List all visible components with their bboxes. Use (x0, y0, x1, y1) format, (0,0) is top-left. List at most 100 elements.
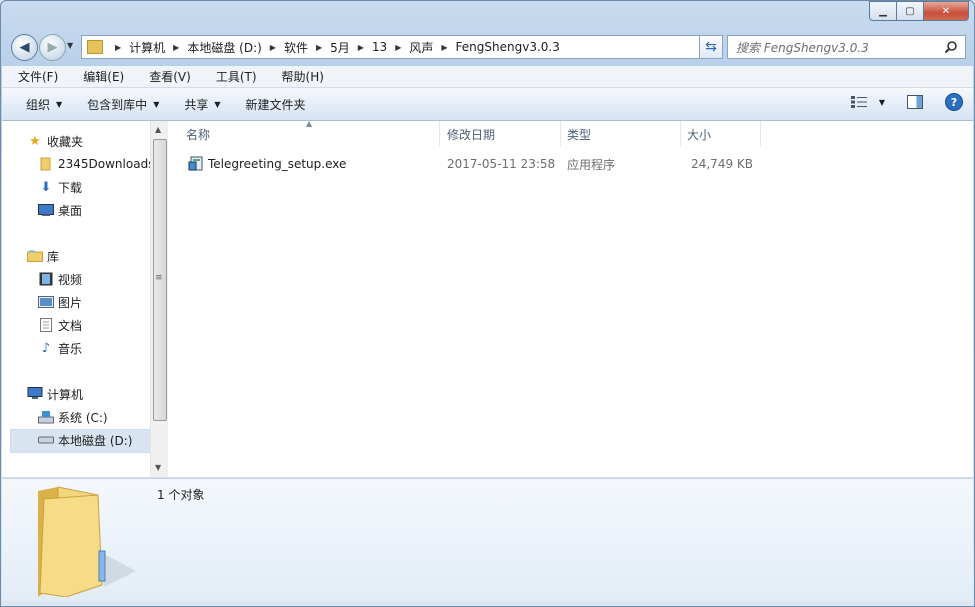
breadcrumb-item[interactable]: 13 (372, 40, 387, 54)
change-view-button[interactable]: ▼ (850, 96, 885, 108)
sidebar-item-pictures[interactable]: 图片 (38, 292, 82, 312)
sidebar-item-2345downloads[interactable]: 2345Downloads (38, 154, 150, 174)
breadcrumb-item[interactable]: 计算机 (129, 39, 165, 56)
chevron-right-icon[interactable]: ▶ (316, 43, 322, 52)
maximize-button[interactable]: ▢ (896, 1, 924, 21)
sidebar-favorites[interactable]: ★ 收藏夹 (27, 131, 83, 151)
breadcrumb-item[interactable]: FengShengv3.0.3 (456, 40, 560, 54)
star-icon: ★ (29, 133, 41, 149)
sidebar-item-label: 本地磁盘 (D:) (58, 433, 133, 448)
file-name: Telegreeting_setup.exe (208, 157, 347, 171)
sidebar-item-label: 系统 (C:) (58, 410, 108, 425)
breadcrumb-item[interactable]: 5月 (330, 39, 350, 56)
search-box[interactable]: 搜索 FengShengv3.0.3 (727, 35, 966, 59)
menu-help[interactable]: 帮助(H) (265, 68, 332, 85)
back-button[interactable]: ◀ (11, 34, 38, 61)
sidebar-item-videos[interactable]: 视频 (38, 269, 82, 289)
folder-icon (38, 486, 136, 597)
organize-button[interactable]: 组织 ▼ (2, 96, 72, 113)
scroll-down-icon[interactable]: ▼ (155, 463, 161, 472)
file-name-cell: Telegreeting_setup.exe (188, 154, 346, 174)
chevron-right-icon[interactable]: ▶ (270, 43, 276, 52)
sidebar-item-music[interactable]: ♪ 音乐 (38, 338, 82, 358)
sidebar-item-label: 下载 (58, 180, 83, 195)
scroll-up-icon[interactable]: ▲ (155, 125, 161, 134)
sidebar-item-downloads[interactable]: ⬇ 下载 (38, 177, 82, 197)
view-controls: ▼ ? (850, 93, 963, 111)
forward-arrow-icon: ▶ (47, 40, 58, 55)
column-header-modified[interactable]: 修改日期 (441, 121, 561, 147)
chevron-down-icon[interactable]: ▼ (879, 98, 885, 107)
sidebar-item-local-disk-d[interactable]: 本地磁盘 (D:) (38, 430, 132, 450)
command-bar: 组织 ▼ 包含到库中 ▼ 共享 ▼ 新建文件夹 ▼ ? (2, 88, 973, 121)
sidebar-section-label: 计算机 (47, 387, 84, 402)
breadcrumb: ▶ 计算机 ▶ 本地磁盘 (D:) ▶ 软件 ▶ 5月 ▶ 13 ▶ 风声 ▶ … (107, 39, 560, 56)
breadcrumb-item[interactable]: 风声 (409, 39, 433, 56)
search-icon[interactable] (943, 39, 959, 55)
back-arrow-icon: ◀ (19, 40, 30, 55)
column-label: 名称 (186, 127, 211, 142)
table-row[interactable]: Telegreeting_setup.exe 2017-05-11 23:58 … (168, 154, 768, 174)
help-icon[interactable]: ? (945, 93, 963, 111)
system-drive-icon (38, 409, 54, 425)
title-bar[interactable]: ▁ ▢ ✕ (1, 1, 974, 31)
preview-pane-icon[interactable] (907, 95, 923, 109)
breadcrumb-item[interactable]: 软件 (284, 39, 308, 56)
close-button[interactable]: ✕ (923, 1, 969, 21)
file-size: 24,749 KB (691, 157, 753, 171)
refresh-button[interactable]: ⇆ (699, 35, 723, 59)
recent-pages-dropdown-icon[interactable]: ▼ (67, 41, 73, 50)
include-in-library-button[interactable]: 包含到库中 ▼ (72, 96, 169, 113)
main-area: ★ 收藏夹 2345Downloads ⬇ 下载 桌面 库 视频 图片 文档 ♪… (2, 119, 973, 477)
details-pane: 1 个对象 (2, 478, 973, 601)
search-input[interactable]: 搜索 FengShengv3.0.3 (728, 39, 943, 56)
menu-view[interactable]: 查看(V) (132, 68, 199, 85)
sidebar-item-label: 桌面 (58, 203, 83, 218)
sidebar-item-system-c[interactable]: 系统 (C:) (38, 407, 108, 427)
column-header-type[interactable]: 类型 (561, 121, 681, 147)
menu-file[interactable]: 文件(F) (2, 68, 66, 85)
music-note-icon: ♪ (41, 340, 51, 356)
file-type: 应用程序 (567, 157, 616, 172)
new-folder-label: 新建文件夹 (245, 97, 306, 112)
chevron-right-icon[interactable]: ▶ (441, 43, 447, 52)
menu-edit[interactable]: 编辑(E) (66, 68, 132, 85)
include-in-library-label: 包含到库中 (87, 97, 148, 112)
scrollbar-grip-icon: ≡ (155, 273, 163, 283)
chevron-down-icon: ▼ (56, 99, 63, 109)
new-folder-button[interactable]: 新建文件夹 (231, 96, 316, 113)
address-bar[interactable]: ▶ 计算机 ▶ 本地磁盘 (D:) ▶ 软件 ▶ 5月 ▶ 13 ▶ 风声 ▶ … (81, 35, 720, 59)
item-count: 1 个对象 (157, 488, 205, 502)
sidebar-item-label: 视频 (58, 272, 83, 287)
column-header-size[interactable]: 大小 (681, 121, 761, 147)
share-label: 共享 (184, 97, 209, 112)
sidebar-computer[interactable]: 计算机 (27, 384, 83, 404)
document-icon (38, 317, 54, 333)
sidebar-libraries[interactable]: 库 (27, 246, 59, 266)
pictures-icon (38, 294, 54, 310)
chevron-right-icon[interactable]: ▶ (115, 43, 121, 52)
breadcrumb-item[interactable]: 本地磁盘 (D:) (187, 39, 261, 56)
navigation-scrollbar[interactable]: ▲ ≡ ▼ (150, 121, 168, 477)
column-header-name[interactable]: 名称 (168, 121, 440, 147)
navigation-pane: ★ 收藏夹 2345Downloads ⬇ 下载 桌面 库 视频 图片 文档 ♪… (10, 121, 150, 477)
column-label: 修改日期 (447, 127, 496, 142)
chevron-right-icon[interactable]: ▶ (395, 43, 401, 52)
column-label: 类型 (567, 127, 592, 142)
computer-icon (27, 386, 43, 402)
sidebar-item-documents[interactable]: 文档 (38, 315, 82, 335)
explorer-window: ▁ ▢ ✕ ◀ ▶ ▼ ▶ 计算机 ▶ 本地磁盘 (D:) ▶ 软件 ▶ 5月 … (0, 0, 975, 607)
menu-tools[interactable]: 工具(T) (199, 68, 265, 85)
chevron-right-icon[interactable]: ▶ (358, 43, 364, 52)
download-folder-icon: ⬇ (40, 179, 52, 195)
navigation-row: ◀ ▶ ▼ ▶ 计算机 ▶ 本地磁盘 (D:) ▶ 软件 ▶ 5月 ▶ 13 ▶… (9, 33, 966, 61)
sidebar-item-desktop[interactable]: 桌面 (38, 200, 82, 220)
chevron-right-icon[interactable]: ▶ (173, 43, 179, 52)
sidebar-item-label: 2345Downloads (58, 157, 150, 171)
share-button[interactable]: 共享 ▼ (169, 96, 230, 113)
drive-icon (38, 432, 54, 448)
library-icon (27, 248, 43, 264)
minimize-button[interactable]: ▁ (869, 1, 897, 21)
desktop-icon (38, 202, 54, 218)
forward-button[interactable]: ▶ (39, 34, 66, 61)
